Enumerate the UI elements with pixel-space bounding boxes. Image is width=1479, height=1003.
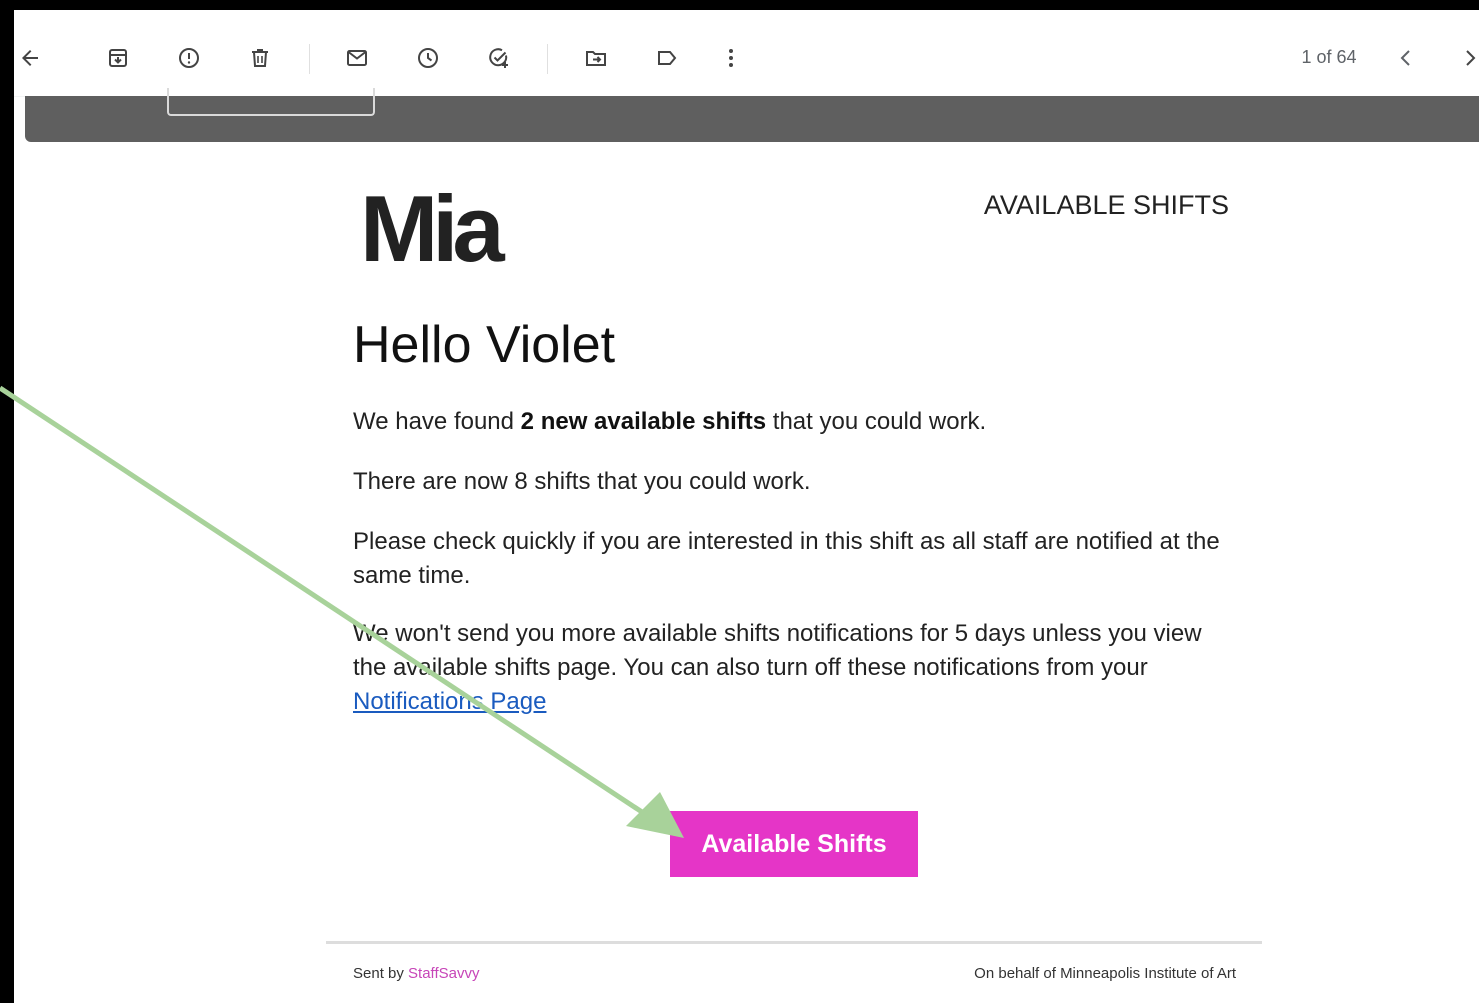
staffsavvy-link[interactable]: StaffSavvy: [408, 965, 479, 982]
notification-info-paragraph: We won't send you more available shifts …: [353, 617, 1233, 719]
footer-divider: [326, 941, 1262, 944]
newer-email-button[interactable]: [1386, 38, 1426, 78]
email-viewer: 1 of 64 Mia AVAILABLE SHIFTS Hello Viole…: [14, 10, 1479, 1003]
back-button[interactable]: [14, 38, 50, 78]
archive-icon: [109, 49, 127, 67]
delete-icon: [252, 49, 268, 67]
available-shifts-button[interactable]: Available Shifts: [670, 811, 918, 877]
toolbar-divider: [309, 44, 310, 74]
banner-button-outline[interactable]: [167, 88, 375, 116]
total-shifts-paragraph: There are now 8 shifts that you could wo…: [353, 468, 811, 495]
snooze-button[interactable]: [408, 38, 448, 78]
footer-sent-by-label: Sent by: [353, 965, 409, 982]
email-header-tag: AVAILABLE SHIFTS: [983, 190, 1229, 220]
new-shifts-count: 2 new available shifts: [520, 408, 767, 435]
mark-unread-icon: [347, 50, 367, 66]
email-toolbar: 1 of 64: [14, 10, 1479, 97]
mia-logo: Mia: [360, 176, 505, 281]
label-icon: [658, 51, 677, 65]
add-task-icon: [489, 48, 508, 68]
footer-sent-by: Sent by StaffSavvy: [353, 965, 479, 982]
move-to-icon: [586, 51, 606, 66]
back-arrow-icon: [22, 50, 38, 66]
email-header-banner: [25, 88, 1479, 142]
older-email-button[interactable]: [1450, 38, 1479, 78]
paragraph-text: We have found: [353, 408, 521, 435]
move-to-button[interactable]: [576, 38, 616, 78]
archive-button[interactable]: [98, 38, 138, 78]
check-quickly-paragraph: Please check quickly if you are interest…: [353, 528, 1220, 589]
report-spam-button[interactable]: [169, 38, 209, 78]
more-options-button[interactable]: [711, 38, 751, 78]
delete-button[interactable]: [240, 38, 280, 78]
mark-unread-button[interactable]: [337, 38, 377, 78]
more-options-icon: [729, 49, 733, 67]
chevron-right-icon: [1466, 50, 1476, 66]
snooze-icon: [418, 48, 438, 68]
notifications-page-link[interactable]: Notifications Page: [353, 688, 546, 715]
add-task-button[interactable]: [479, 38, 519, 78]
chevron-left-icon: [1400, 50, 1410, 66]
label-button[interactable]: [647, 38, 687, 78]
greeting-heading: Hello Violet: [353, 316, 616, 374]
new-shifts-paragraph: We have found 2 new available shifts tha…: [353, 405, 1233, 439]
paragraph-text: We won't send you more available shifts …: [353, 620, 1202, 681]
pagination-count: 1 of 64: [1301, 47, 1357, 67]
footer-on-behalf: On behalf of Minneapolis Institute of Ar…: [974, 965, 1236, 982]
toolbar-divider: [547, 44, 548, 74]
paragraph-text: that you could work.: [766, 408, 987, 435]
report-spam-icon: [179, 48, 199, 68]
